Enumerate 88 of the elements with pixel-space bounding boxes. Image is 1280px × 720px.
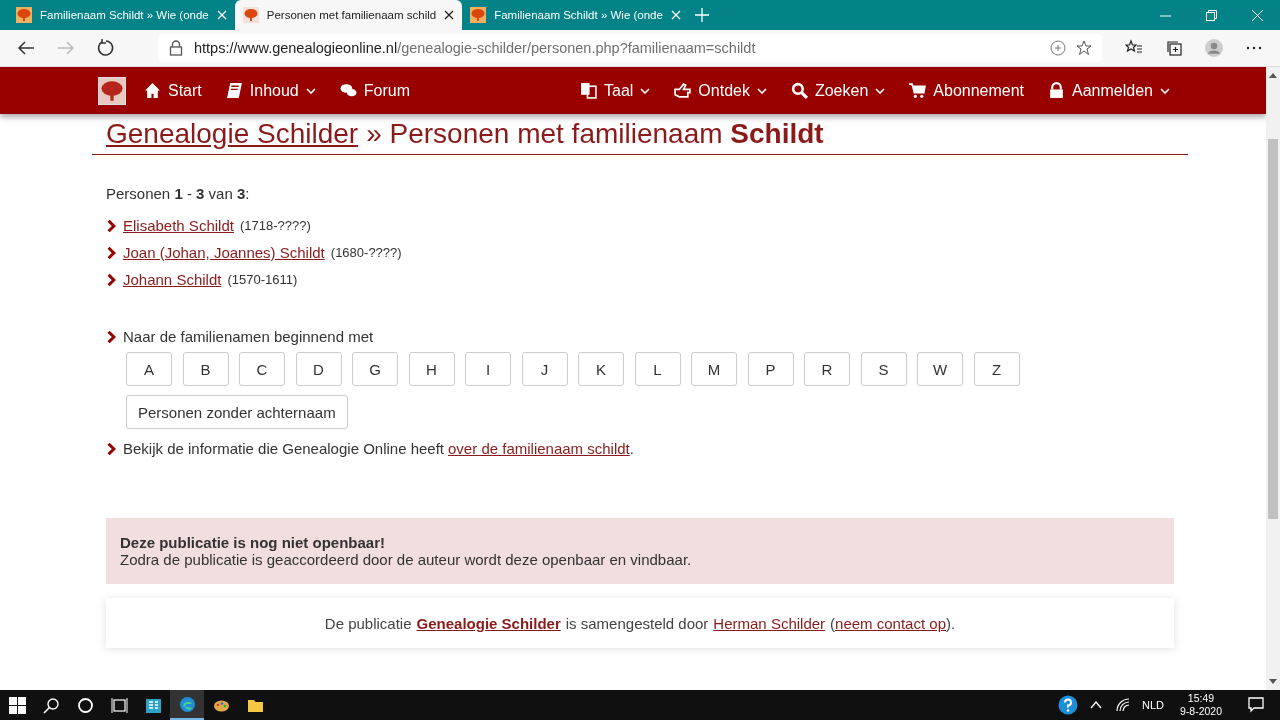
- chevron-icon: [106, 245, 117, 260]
- no-surname-button[interactable]: Personen zonder achternaam: [126, 395, 348, 429]
- results-count: Personen 1 - 3 van 3:: [106, 185, 251, 202]
- nav-item[interactable]: Ontdek: [662, 67, 779, 114]
- favicon-icon: [16, 7, 32, 23]
- tree-logo[interactable]: [98, 76, 126, 105]
- person-link[interactable]: Elisabeth Schildt: [123, 217, 234, 234]
- period-text: .: [629, 440, 634, 457]
- paren-text: (: [830, 614, 836, 632]
- letter-button[interactable]: Z: [973, 352, 1020, 386]
- publication-link[interactable]: Genealogie Schilder: [416, 614, 561, 632]
- translate-icon: [580, 82, 597, 99]
- life-dates: (1718-????): [239, 218, 311, 233]
- nav-item[interactable]: Zoeken: [778, 67, 898, 114]
- nav-item[interactable]: Start: [132, 67, 214, 114]
- letter-button[interactable]: R: [804, 352, 850, 386]
- letter-button[interactable]: I: [465, 352, 511, 386]
- favicon-icon: [470, 7, 487, 23]
- back-arrow-icon: [17, 39, 35, 57]
- add-icon[interactable]: [1050, 40, 1066, 56]
- nav-item[interactable]: Inhoud: [213, 67, 328, 114]
- letter-button[interactable]: A: [126, 352, 172, 386]
- address-bar[interactable]: https://www.genealogieonline.nl/genealogie-schilder/personen.php?familienaam=schildt: [158, 34, 1102, 62]
- browser-tab[interactable]: Familienaam Schildt » Wie (onde: [8, 0, 235, 30]
- notice-title: Deze publicatie is nog niet openbaar!: [120, 534, 387, 551]
- letter-button[interactable]: G: [352, 352, 398, 386]
- person-link[interactable]: Joan (Johan, Joannes) Schildt: [123, 244, 325, 261]
- book-icon: [225, 82, 243, 99]
- letter-button[interactable]: W: [917, 352, 963, 386]
- letter-button[interactable]: D: [295, 352, 342, 386]
- life-dates: (1680-????): [330, 245, 402, 260]
- letters-intro: Naar de familienamen beginnend met: [123, 328, 374, 345]
- letter-button[interactable]: M: [691, 352, 737, 386]
- surname-info-link[interactable]: over de familienaam schildt: [448, 440, 630, 457]
- restore-icon: [1205, 9, 1217, 21]
- letter-button[interactable]: B: [182, 352, 229, 386]
- browser-tab[interactable]: Personen met familienaam schild: [234, 0, 463, 30]
- chevron-icon: [106, 272, 117, 287]
- footer-text: is samengesteld door: [565, 614, 709, 632]
- wifi-icon[interactable]: [1115, 698, 1130, 712]
- scroll-up-icon[interactable]: [1269, 73, 1277, 78]
- publication-link[interactable]: Genealogie Schilder: [106, 118, 359, 150]
- letter-button[interactable]: K: [578, 352, 624, 386]
- notification-icon[interactable]: [1248, 697, 1264, 713]
- nav-item[interactable]: Taal: [568, 67, 663, 114]
- cart-icon: [909, 82, 927, 99]
- nav-item[interactable]: Aanmelden: [1036, 67, 1182, 114]
- author-link[interactable]: Herman Schilder: [713, 614, 826, 632]
- home-icon: [144, 82, 161, 99]
- chevron-icon: [106, 441, 117, 456]
- browser-tab[interactable]: Familienaam Schildt » Wie (onde: [462, 0, 689, 30]
- reload-icon: [97, 39, 115, 57]
- person-link[interactable]: Johann Schildt: [123, 271, 222, 288]
- nav-item[interactable]: Forum: [327, 67, 422, 114]
- close-icon: [1251, 9, 1263, 21]
- footer-text: De publicatie: [324, 614, 412, 632]
- star-icon[interactable]: [1076, 40, 1092, 56]
- letter-button[interactable]: P: [747, 352, 794, 386]
- scrollbar[interactable]: [1266, 67, 1280, 690]
- letter-button[interactable]: J: [521, 352, 568, 386]
- close-icon[interactable]: [444, 10, 455, 20]
- letter-button[interactable]: C: [239, 352, 285, 386]
- lock-icon: [1048, 82, 1066, 99]
- contact-link[interactable]: neem contact op: [835, 614, 946, 632]
- chevron-icon: [106, 329, 117, 344]
- chevron-icon: [106, 218, 117, 233]
- clock[interactable]: 15:49 9-8-2020: [1179, 692, 1222, 718]
- pointing-hand-icon: [674, 82, 692, 99]
- chat-icon: [339, 82, 357, 99]
- favicon-icon: [242, 7, 259, 23]
- language-indicator[interactable]: NLD: [1141, 699, 1164, 711]
- letter-button[interactable]: H: [408, 352, 455, 386]
- notice-text: Zodra de publicatie is geaccordeerd door de auteur wordt deze openbaar en vindbaar.: [120, 551, 692, 568]
- info-text: Bekijk de informatie die Genealogie Online heeft: [123, 440, 445, 457]
- lock-icon: [168, 40, 184, 56]
- caret-up-icon[interactable]: [1089, 701, 1102, 709]
- letter-button[interactable]: S: [860, 352, 907, 386]
- paren-text: ).: [946, 614, 956, 632]
- search-icon: [790, 82, 808, 99]
- new-tab-icon[interactable]: [694, 8, 709, 22]
- letter-button[interactable]: L: [634, 352, 681, 386]
- nav-item[interactable]: Abonnement: [897, 67, 1037, 114]
- help-icon[interactable]: [1057, 695, 1078, 715]
- edge-browser-icon[interactable]: [170, 690, 204, 720]
- scroll-down-icon[interactable]: [1269, 679, 1277, 684]
- life-dates: (1570-1611): [227, 272, 298, 287]
- page-title: » Personen met familienaam Schildt: [366, 118, 824, 150]
- forward-arrow-icon: [57, 39, 75, 57]
